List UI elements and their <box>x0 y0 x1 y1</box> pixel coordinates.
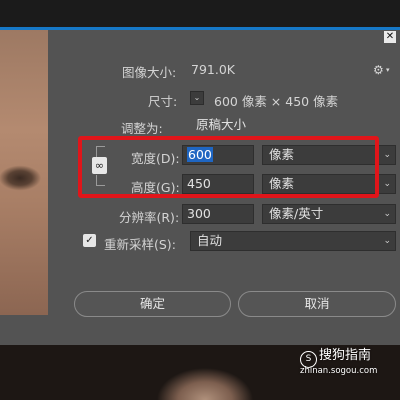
resample-value: 自动 <box>197 233 223 248</box>
fit-to-value: 原稿大小 <box>196 117 247 132</box>
image-size-value: 791.0K <box>191 62 235 77</box>
chevron-down-icon[interactable]: ⌄ <box>190 91 204 105</box>
resample-select[interactable]: 自动 ⌄ <box>190 231 396 251</box>
resolution-value: 300 <box>187 206 211 221</box>
ok-button[interactable]: 确定 <box>74 291 231 317</box>
fit-to-label: 调整为: <box>121 121 163 136</box>
watermark: S 搜狗指南 <box>300 344 371 368</box>
chevron-down-icon: ⌄ <box>383 179 391 189</box>
gear-menu-caret-icon[interactable]: ▾ <box>386 66 390 74</box>
dimensions-value: 600 像素 × 450 像素 <box>214 94 339 109</box>
watermark-brand: 搜狗指南 <box>319 348 372 363</box>
resolution-label: 分辨率(R): <box>119 210 180 225</box>
chevron-down-icon: ⌄ <box>383 236 391 246</box>
fit-to-select[interactable]: 原稿大小 <box>190 116 396 136</box>
watermark-url: zhinan.sogou.com <box>300 366 378 376</box>
dimensions-label: 尺寸: <box>148 94 178 109</box>
chevron-down-icon: ⌄ <box>383 150 391 160</box>
resolution-input[interactable]: 300 <box>182 204 254 224</box>
resample-label: 重新采样(S): <box>104 237 176 252</box>
resolution-unit-select[interactable]: 像素/英寸 ⌄ <box>262 204 396 224</box>
chevron-down-icon: ⌄ <box>383 209 391 219</box>
cancel-button[interactable]: 取消 <box>238 291 396 317</box>
image-size-label: 图像大小: <box>122 65 177 80</box>
gear-icon[interactable]: ⚙ <box>373 63 384 77</box>
resample-checkbox[interactable]: ✓ <box>83 234 96 247</box>
preview-image <box>0 30 48 315</box>
resolution-unit-value: 像素/英寸 <box>269 206 324 221</box>
window-titlebar <box>0 0 400 30</box>
highlight-box <box>78 136 379 198</box>
close-icon[interactable]: ✕ <box>384 31 396 43</box>
